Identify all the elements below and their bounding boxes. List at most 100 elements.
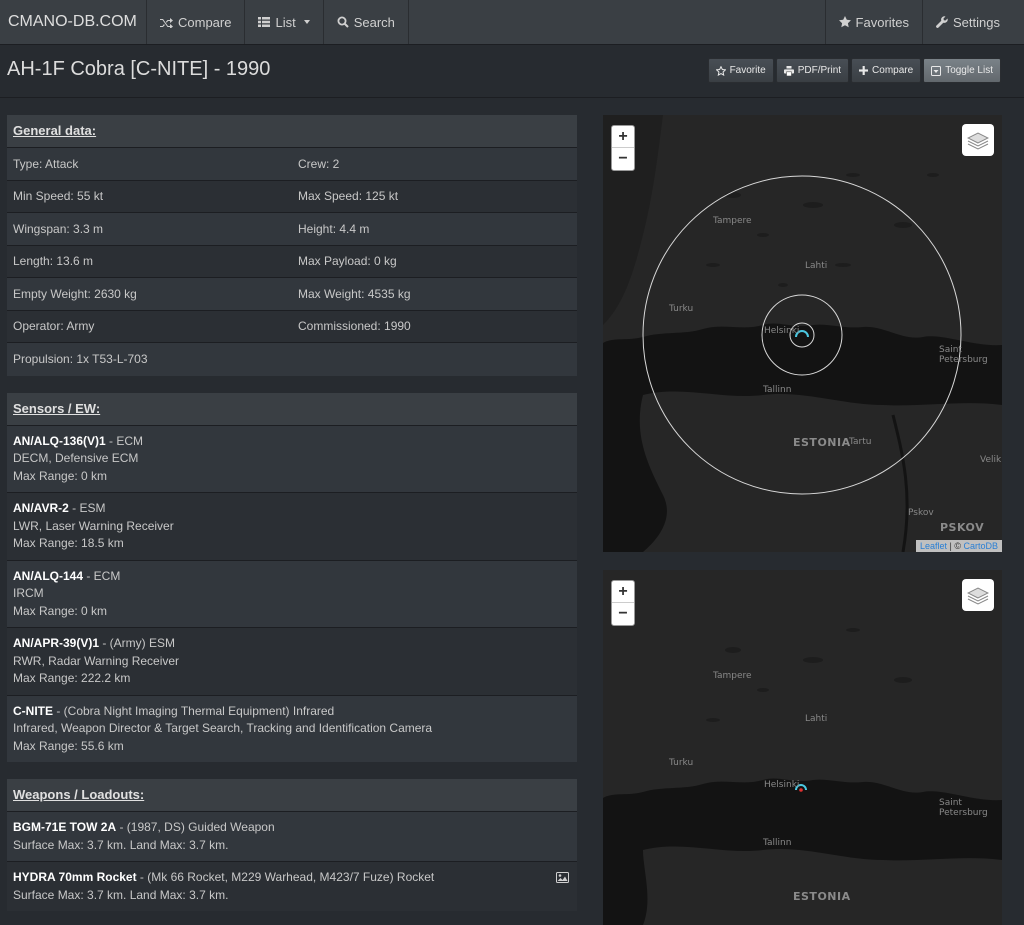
sensor-range: Max Range: 0 km	[13, 603, 108, 618]
cartodb-link[interactable]: CartoDB	[963, 541, 998, 551]
pdf-print-button-label: PDF/Print	[797, 65, 842, 76]
place-label: Turku	[669, 758, 694, 768]
leaflet-link[interactable]: Leaflet	[920, 541, 947, 551]
sensor-item[interactable]: AN/AVR-2 - ESM LWR, Laser Warning Receiv…	[7, 493, 577, 561]
sensor-name[interactable]: C-NITE	[13, 704, 53, 718]
weapon-item[interactable]: HYDRA 70mm Rocket - (Mk 66 Rocket, M229 …	[7, 862, 577, 911]
place-label: Tallinn	[763, 385, 792, 395]
weapon-item[interactable]: BGM-71E TOW 2A - (1987, DS) Guided Weapo…	[7, 812, 577, 862]
general-cell: Type: Attack	[13, 156, 79, 171]
sensor-range: Max Range: 55.6 km	[13, 738, 124, 753]
wrench-icon	[936, 16, 948, 28]
nav-search[interactable]: Search	[324, 0, 409, 44]
sensor-item[interactable]: AN/ALQ-136(V)1 - ECM DECM, Defensive ECM…	[7, 425, 577, 493]
weapon-range: Surface Max: 3.7 km. Land Max: 3.7 km.	[13, 887, 229, 902]
sensor-name[interactable]: AN/APR-39(V)1	[13, 636, 99, 650]
sensor-description: IRCM	[13, 586, 44, 600]
general-data-panel: General data: Type: Attack Crew: 2 Min S…	[7, 115, 577, 376]
star-outline-icon	[715, 65, 726, 76]
sensor-type: - ECM	[83, 568, 121, 583]
zoom-out-button[interactable]: −	[612, 148, 634, 170]
general-row: Type: Attack Crew: 2	[7, 148, 577, 181]
compare-button-label: Compare	[872, 65, 914, 76]
zoom-control: + −	[611, 580, 635, 626]
map-tiles	[603, 570, 1002, 925]
general-cell: Min Speed: 55 kt	[13, 189, 104, 204]
sensor-item[interactable]: AN/APR-39(V)1 - (Army) ESM RWR, Radar Wa…	[7, 628, 577, 696]
sensor-name[interactable]: AN/ALQ-136(V)1	[13, 434, 106, 448]
sensor-description: DECM, Defensive ECM	[13, 451, 139, 465]
favorite-button[interactable]: Favorite	[707, 58, 774, 83]
sensor-type: - (Cobra Night Imaging Thermal Equipment…	[53, 703, 335, 718]
weapons-heading: Weapons / Loadouts:	[7, 779, 577, 812]
place-label: Tallinn	[763, 838, 792, 848]
general-row: Wingspan: 3.3 m Height: 4.4 m	[7, 213, 577, 246]
weapons-panel: Weapons / Loadouts: BGM-71E TOW 2A - (19…	[7, 779, 577, 911]
nav-settings[interactable]: Settings	[922, 0, 1024, 44]
place-label: PSKOV	[940, 521, 985, 534]
toggle-list-button-label: Toggle List	[945, 65, 993, 76]
attribution-separator: | ©	[947, 541, 964, 551]
sensor-description: Infrared, Weapon Director & Target Searc…	[13, 721, 433, 735]
weapon-name[interactable]: BGM-71E TOW 2A	[13, 820, 116, 834]
weapon-range-map[interactable]: Tampere Lahti Turku Helsinki Tallinn EST…	[603, 570, 1002, 925]
sensor-name[interactable]: AN/ALQ-144	[13, 569, 83, 583]
weapon-name[interactable]: HYDRA 70mm Rocket	[13, 870, 137, 884]
sensor-range-map[interactable]: Tampere Lahti Turku Helsinki Tallinn EST…	[603, 115, 1002, 552]
place-label: Helsinki	[764, 780, 800, 790]
place-label: Helsinki	[764, 326, 800, 336]
sensor-name[interactable]: AN/AVR-2	[13, 501, 69, 515]
zoom-in-button[interactable]: +	[612, 581, 634, 603]
toggle-list-button[interactable]: Toggle List	[923, 58, 1001, 83]
place-label: Saint Petersburg	[939, 798, 988, 818]
action-toolbar: Favorite PDF/Print Compare Toggle List	[707, 58, 1001, 83]
general-row: Propulsion: 1x T53-L-703	[7, 343, 577, 376]
general-cell: Height: 4.4 m	[298, 221, 370, 236]
place-label: Tartu	[849, 437, 872, 447]
place-label: Turku	[669, 304, 694, 314]
place-label: ESTONIA	[793, 436, 851, 449]
place-label: ESTONIA	[793, 890, 851, 903]
general-cell: Operator: Army	[13, 319, 95, 334]
nav-favorites[interactable]: Favorites	[824, 0, 922, 44]
map-attribution: Leaflet | © CartoDB	[915, 540, 1002, 552]
zoom-in-button[interactable]: +	[612, 126, 634, 148]
image-icon[interactable]	[556, 872, 569, 883]
sensor-type: - ECM	[105, 433, 144, 448]
general-cell: Max Payload: 0 kg	[298, 254, 397, 269]
place-label: Tampere	[713, 671, 752, 681]
sensor-item[interactable]: AN/ALQ-144 - ECM IRCM Max Range: 0 km	[7, 560, 577, 628]
sensor-item[interactable]: C-NITE - (Cobra Night Imaging Thermal Eq…	[7, 695, 577, 762]
map-tiles	[603, 115, 1002, 552]
compare-button[interactable]: Compare	[851, 58, 922, 83]
nav-compare-label: Compare	[178, 14, 232, 30]
nav-list[interactable]: List	[245, 0, 324, 44]
sensors-heading: Sensors / EW:	[7, 392, 577, 426]
general-cell: Max Speed: 125 kt	[298, 189, 399, 204]
search-icon	[337, 16, 349, 28]
weapon-type: - (1987, DS) Guided Weapon	[116, 820, 275, 834]
general-cell: Commissioned: 1990	[298, 319, 411, 334]
brand-logo[interactable]: CMANO-DB.COM	[0, 0, 147, 44]
sensors-panel: Sensors / EW: AN/ALQ-136(V)1 - ECM DECM,…	[7, 392, 577, 762]
page-title: AH-1F Cobra [C-NITE] - 1990	[7, 58, 271, 80]
star-icon	[838, 16, 851, 28]
pdf-print-button[interactable]: PDF/Print	[775, 58, 850, 83]
nav-search-label: Search	[353, 14, 395, 30]
chevron-down-icon	[303, 20, 310, 24]
nav-compare[interactable]: Compare	[147, 0, 246, 44]
shuffle-icon	[160, 17, 173, 28]
weapon-range: Surface Max: 3.7 km. Land Max: 3.7 km.	[13, 837, 229, 852]
sensor-type: - ESM	[68, 501, 106, 515]
layers-icon[interactable]	[962, 124, 994, 156]
nav-settings-label: Settings	[953, 14, 1000, 30]
general-cell: Length: 13.6 m	[13, 254, 94, 269]
sensor-range: Max Range: 18.5 km	[13, 536, 124, 550]
place-label: Saint Petersburg	[939, 345, 988, 365]
place-label: Tampere	[713, 216, 752, 226]
layers-icon[interactable]	[962, 579, 994, 611]
zoom-out-button[interactable]: −	[612, 603, 634, 625]
place-label: Pskov	[908, 508, 934, 518]
place-label: Lahti	[805, 261, 828, 271]
sensor-range: Max Range: 0 km	[13, 468, 108, 483]
